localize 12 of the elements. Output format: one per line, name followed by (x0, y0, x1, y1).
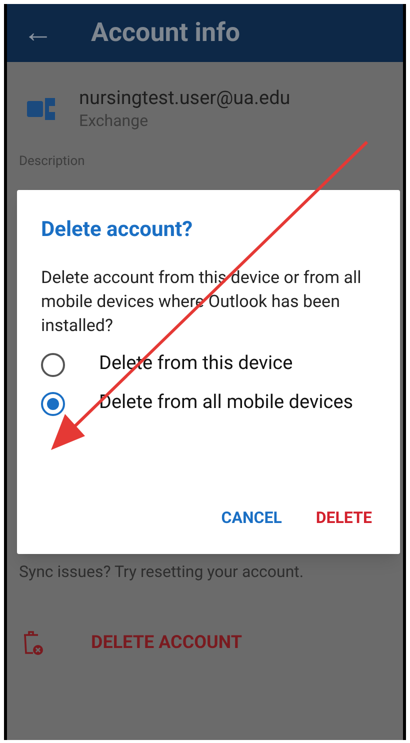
radio-button[interactable] (41, 392, 65, 416)
cancel-button[interactable]: CANCEL (221, 506, 282, 530)
exchange-logo-icon (27, 96, 57, 122)
account-email: nursingtest.user@ua.edu (79, 86, 290, 110)
back-button[interactable]: ← (23, 18, 53, 48)
trash-icon (21, 630, 45, 656)
sync-hint: Sync issues? Try resetting your account. (19, 561, 304, 583)
radio-button[interactable] (41, 353, 65, 377)
delete-button[interactable]: DELETE (316, 506, 372, 530)
dialog-title: Delete account? (41, 217, 194, 244)
page-title: Account info (91, 16, 240, 50)
radio-label[interactable]: Delete from all mobile devices (99, 389, 354, 415)
